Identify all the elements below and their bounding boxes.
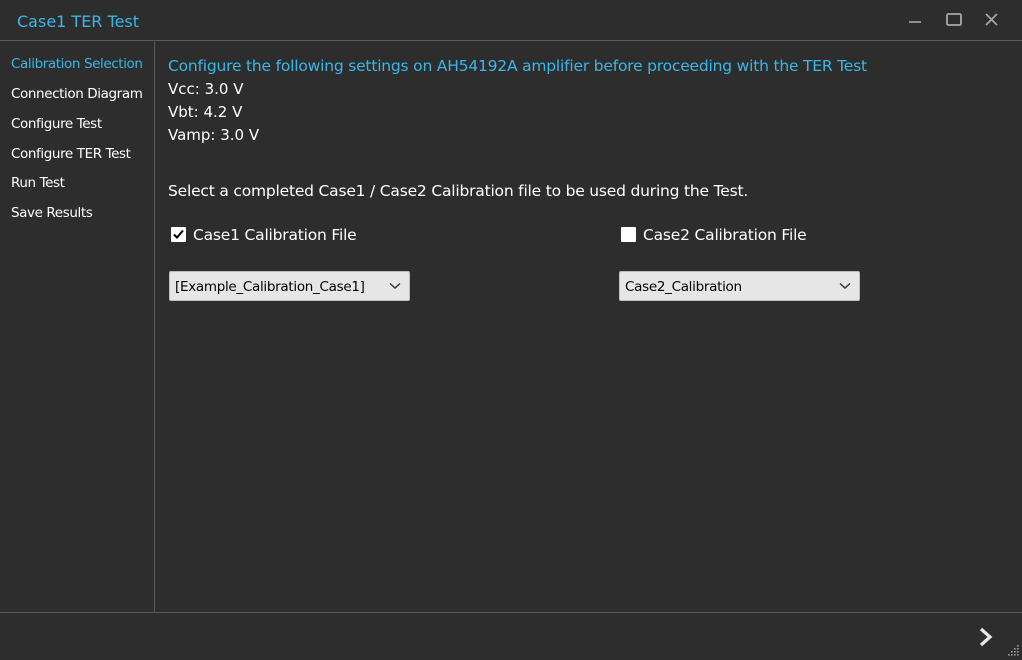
footer-bar — [0, 612, 1022, 660]
maximize-icon — [946, 13, 962, 26]
sidebar-item-save-results[interactable]: Save Results — [11, 205, 93, 221]
sidebar-item-connection-diagram[interactable]: Connection Diagram — [11, 86, 143, 102]
case2-checkbox[interactable] — [621, 227, 636, 242]
setting-vamp: Vamp: 3.0 V — [168, 126, 260, 144]
window-title: Case1 TER Test — [17, 12, 140, 31]
maximize-button[interactable] — [943, 9, 965, 31]
resize-grip-icon[interactable] — [1008, 643, 1020, 657]
case2-file-select[interactable]: Case2_Calibration — [619, 271, 860, 301]
case1-checkbox[interactable] — [171, 227, 186, 242]
checkmark-icon — [173, 229, 184, 239]
case1-file-select[interactable]: [Example_Calibration_Case1] — [169, 271, 410, 301]
chevron-right-icon — [979, 627, 993, 647]
instruction-text: Select a completed Case1 / Case2 Calibra… — [168, 182, 749, 200]
minimize-button[interactable] — [904, 9, 926, 31]
app-window: Case1 TER Test Calibration Selection Con… — [0, 0, 1022, 660]
page-heading: Configure the following settings on AH54… — [168, 57, 867, 75]
case1-checkbox-label: Case1 Calibration File — [193, 226, 357, 244]
case2-file-select-value: Case2_Calibration — [625, 279, 742, 295]
minimize-icon — [909, 21, 921, 23]
case2-checkbox-label: Case2 Calibration File — [643, 226, 807, 244]
setting-vbt: Vbt: 4.2 V — [168, 103, 243, 121]
next-button[interactable] — [976, 626, 996, 648]
sidebar-item-configure-test[interactable]: Configure Test — [11, 116, 102, 132]
sidebar-item-configure-ter-test[interactable]: Configure TER Test — [11, 146, 131, 162]
close-button[interactable] — [981, 9, 1003, 31]
sidebar-item-run-test[interactable]: Run Test — [11, 175, 65, 191]
setting-vcc: Vcc: 3.0 V — [168, 80, 244, 98]
sidebar-nav: Calibration Selection Connection Diagram… — [0, 41, 155, 612]
main-panel: Configure the following settings on AH54… — [156, 41, 1022, 612]
case1-file-select-value: [Example_Calibration_Case1] — [175, 279, 365, 295]
title-bar: Case1 TER Test — [0, 0, 1022, 41]
close-icon — [985, 13, 998, 26]
sidebar-item-calibration-selection[interactable]: Calibration Selection — [11, 56, 143, 72]
chevron-down-icon — [389, 282, 401, 289]
chevron-down-icon — [839, 282, 851, 289]
